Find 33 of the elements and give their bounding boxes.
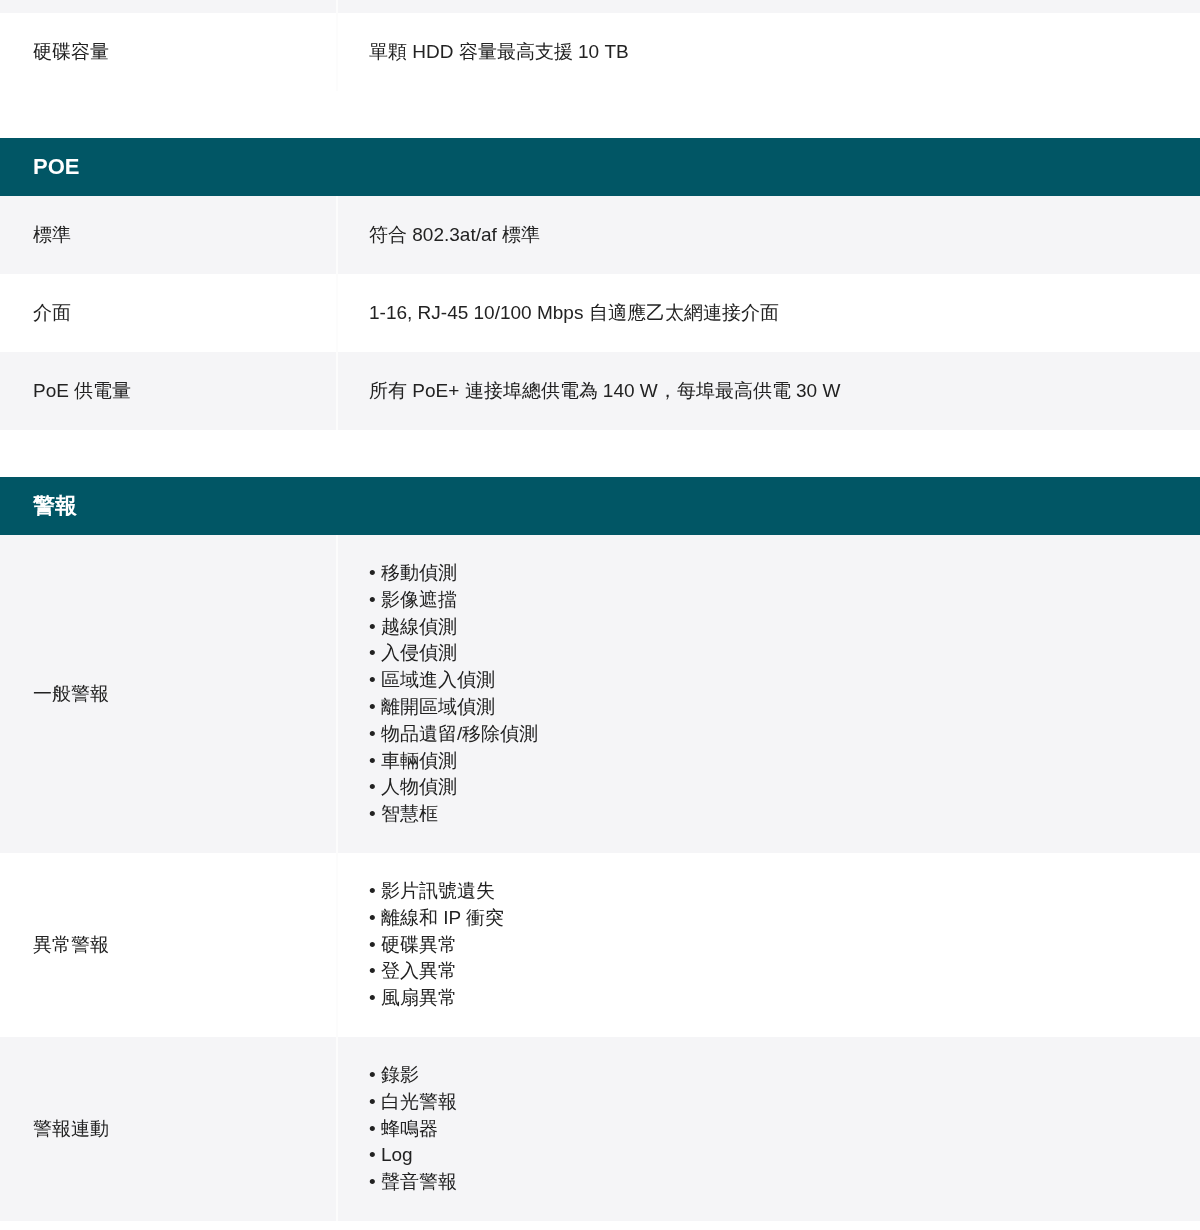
spec-label: PoE 供電量 (33, 379, 132, 403)
list-item: • 白光警報 (369, 1089, 457, 1114)
list-item: • 離開區域偵測 (369, 695, 496, 719)
spec-value: 單顆 HDD 容量最高支援 10 TB (369, 40, 629, 64)
list-item: • 硬碟異常 (369, 932, 458, 957)
list-item: • 離線和 IP 衝突 (369, 905, 505, 930)
section-header: 警報 (0, 477, 1200, 535)
spec-value: 符合 802.3at/af 標準 (369, 223, 541, 247)
spec-label: 介面 (33, 301, 71, 325)
list-item: • 入侵偵測 (369, 641, 458, 666)
spec-label: 警報連動 (33, 1116, 109, 1141)
list-item: • 移動偵測 (369, 561, 458, 585)
list-item: • 錄影 (369, 1062, 420, 1087)
list-item: • 影片訊號遺失 (369, 878, 496, 903)
list-item: • 物品遺留/移除偵測 (369, 721, 539, 746)
spec-label: 標準 (33, 223, 71, 247)
list-item: • 風扇異常 (369, 986, 458, 1011)
list-item: • Log (369, 1143, 414, 1168)
list-item: • 人物偵測 (369, 775, 458, 800)
list-item: • 登入異常 (369, 959, 458, 984)
spec-label: 一般警報 (33, 682, 109, 706)
list-item: • 越線偵測 (369, 614, 458, 639)
list-item: • 智慧框 (369, 802, 439, 827)
spec-label: 硬碟容量 (33, 40, 109, 64)
spec-value: 所有 PoE+ 連接埠總供電為 140 W，每埠最高供電 30 W (369, 379, 841, 403)
spec-label: 異常警報 (33, 932, 109, 957)
spec-value: 1-16, RJ-45 10/100 Mbps 自適應乙太網連接介面 (369, 301, 779, 325)
list-item: • 蜂鳴器 (369, 1116, 439, 1141)
list-item: • 影像遮擋 (369, 587, 458, 612)
list-item: • 聲音警報 (369, 1170, 457, 1195)
section-header: POE (0, 138, 1200, 196)
list-item: • 車輛偵測 (369, 748, 458, 773)
list-item: • 區域進入偵測 (369, 668, 496, 693)
